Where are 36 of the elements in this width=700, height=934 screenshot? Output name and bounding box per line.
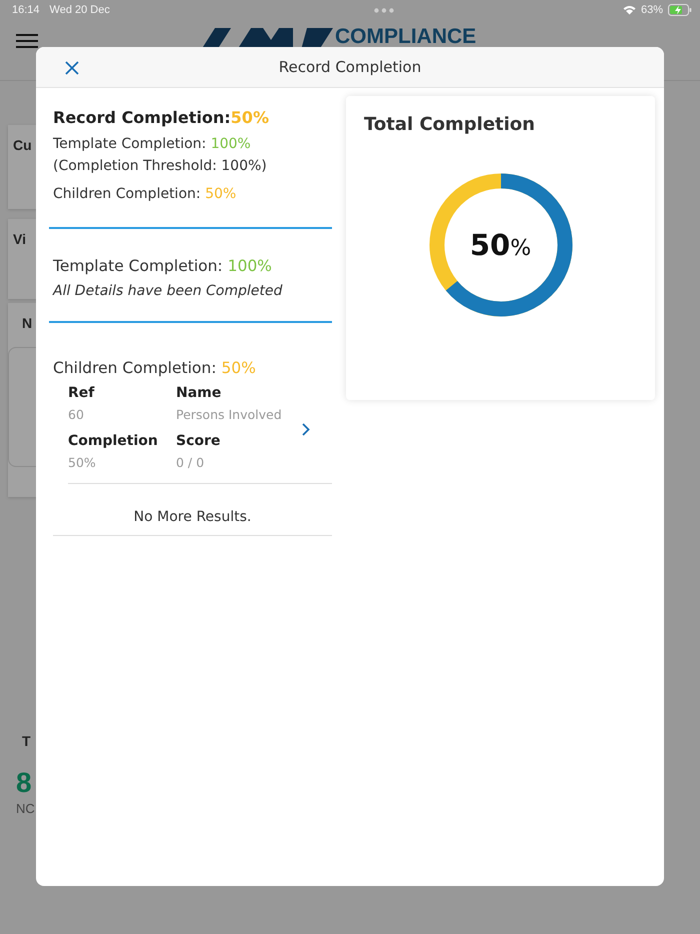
field-label: Name xyxy=(176,385,222,401)
record-completion-heading: Record Completion:50% xyxy=(53,108,270,127)
multitask-dots-icon xyxy=(374,8,394,12)
status-date: Wed 20 Dec xyxy=(50,4,110,16)
stat-value: 8 xyxy=(16,767,33,799)
stat-label: T xyxy=(21,733,32,749)
card-title: N xyxy=(22,315,32,331)
chevron-right-icon[interactable] xyxy=(302,422,310,436)
donut-label: 50% xyxy=(470,228,532,262)
completion-line: Template Completion: 100% xyxy=(53,135,252,154)
field-value: 50% xyxy=(68,454,97,472)
section-note: All Details have been Completed xyxy=(53,283,284,299)
stat-caption: NC xyxy=(16,801,36,816)
field-label: Ref xyxy=(68,385,96,401)
battery-percent: 63% xyxy=(640,4,663,16)
threshold-note: (Completion Threshold: 100%) xyxy=(53,157,268,176)
battery-charging-icon xyxy=(668,4,692,16)
section-heading: Template Completion: 100% xyxy=(53,257,273,275)
menu-icon[interactable] xyxy=(16,34,38,48)
field-value: 0 / 0 xyxy=(176,454,206,472)
status-time: 16:14 xyxy=(12,4,40,16)
no-more-results: No More Results. xyxy=(53,484,332,536)
field-label: Completion xyxy=(68,433,159,449)
dialog-title: Record Completion xyxy=(278,58,422,76)
field-value: 60 xyxy=(68,406,85,424)
card-title: Cu xyxy=(13,137,32,153)
close-icon[interactable] xyxy=(65,61,79,75)
completion-value: 50% xyxy=(230,108,269,127)
completion-line: Children Completion: 50% xyxy=(53,185,238,204)
section-heading: Children Completion: 50% xyxy=(53,359,257,377)
wifi-icon xyxy=(622,5,636,15)
field-value: Persons Involved xyxy=(176,406,283,424)
card-title: Total Completion xyxy=(364,114,535,135)
card-title: Vi xyxy=(13,231,26,247)
logo-text: COMPLIANCE xyxy=(335,28,476,46)
field-label: Score xyxy=(176,433,222,449)
